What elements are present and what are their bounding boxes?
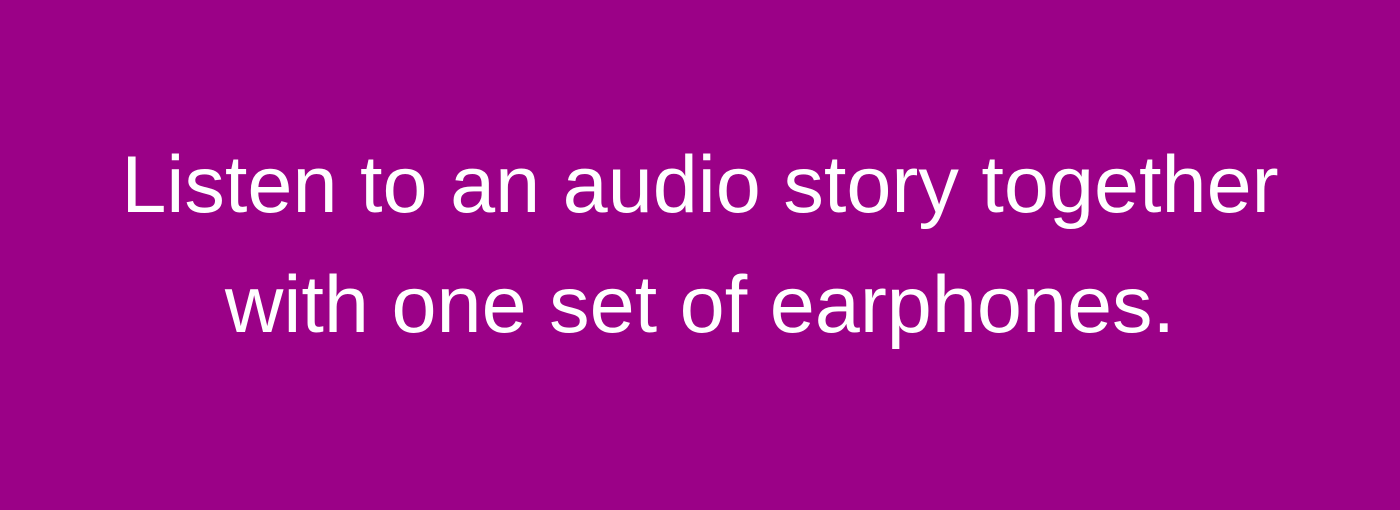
banner-message: Listen to an audio story together with o… — [0, 125, 1400, 365]
banner: Listen to an audio story together with o… — [0, 0, 1400, 510]
banner-line-1: Listen to an audio story together — [121, 140, 1279, 230]
banner-line-2: with one set of earphones. — [224, 260, 1176, 350]
